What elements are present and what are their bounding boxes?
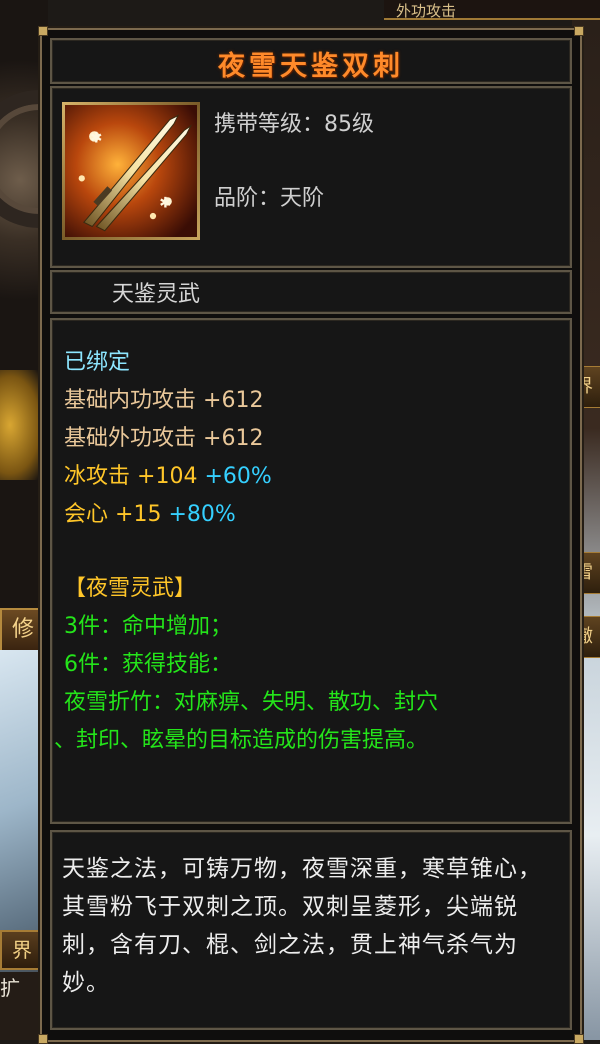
item-tooltip: 夜雪天鉴双刺 ✱ ✱ 携带等级：85级 品阶：天阶 天鉴灵武 已绑定 基础内功攻… xyxy=(38,26,584,1044)
stat-base-internal-attack: 基础内功攻击 +612 xyxy=(64,382,263,414)
stat-value: +612 xyxy=(203,388,264,413)
stat-value: +15 xyxy=(115,502,162,527)
description-panel: 天鉴之法，可铸万物，夜雪深重，寒草锥心，其雪粉飞于双刺之顶。双刺呈菱形，尖端锐刺… xyxy=(50,830,572,1030)
item-grade: 品阶：天阶 xyxy=(214,186,325,211)
stat-ice-attack: 冰攻击 +104 +60% xyxy=(64,458,272,490)
item-description: 天鉴之法，可铸万物，夜雪深重，寒草锥心，其雪粉飞于双刺之顶。双刺呈菱形，尖端锐刺… xyxy=(62,856,542,996)
background-header-label: 外功攻击 xyxy=(384,0,600,20)
attributes-panel: 已绑定 基础内功攻击 +612 基础外功攻击 +612 冰攻击 +104 +60… xyxy=(50,318,572,824)
set-name: 【夜雪灵武】 xyxy=(64,576,197,601)
set-skill-line-2: 、封印、眩晕的目标造成的伤害提高。 xyxy=(54,728,429,753)
svg-text:✱: ✱ xyxy=(90,130,102,147)
set-bonus-6: 6件：获得技能： xyxy=(64,652,232,677)
stat-label: 基础内功攻击 xyxy=(64,388,197,413)
stat-critical: 会心 +15 +80% xyxy=(64,496,236,528)
set-skill-line-1: 夜雪折竹：对麻痹、失明、散功、封穴 xyxy=(64,690,439,715)
item-category-bar: 天鉴灵武 xyxy=(50,270,572,314)
background-expand-label: 扩 xyxy=(0,972,44,1040)
twin-daggers-icon: ✱ ✱ xyxy=(65,105,197,237)
stat-value: +612 xyxy=(203,426,264,451)
background-item-icon xyxy=(0,370,44,480)
stat-bonus: +60% xyxy=(204,464,272,489)
svg-text:✱: ✱ xyxy=(159,195,171,212)
background-realm-button[interactable]: 界 xyxy=(0,930,44,970)
stat-label: 会心 xyxy=(64,502,109,527)
stat-bonus: +80% xyxy=(168,502,236,527)
item-title-bar: 夜雪天鉴双刺 xyxy=(50,38,572,84)
frame-corner xyxy=(574,26,584,36)
stat-label: 基础外功攻击 xyxy=(64,426,197,451)
item-icon-frame: ✱ ✱ xyxy=(62,102,200,240)
stat-label: 冰攻击 xyxy=(64,464,131,489)
set-bonus-3: 3件：命中增加； xyxy=(64,614,232,639)
stat-value: +104 xyxy=(137,464,198,489)
bound-status: 已绑定 xyxy=(64,350,131,375)
carry-level: 携带等级：85级 xyxy=(214,112,374,137)
stat-base-external-attack: 基础外功攻击 +612 xyxy=(64,420,263,452)
item-name: 夜雪天鉴双刺 xyxy=(218,51,404,82)
frame-corner xyxy=(574,1034,584,1044)
frame-corner xyxy=(38,1034,48,1044)
frame-corner xyxy=(38,26,48,36)
item-category: 天鉴灵武 xyxy=(112,282,201,307)
item-header-panel: ✱ ✱ 携带等级：85级 品阶：天阶 xyxy=(50,86,572,268)
